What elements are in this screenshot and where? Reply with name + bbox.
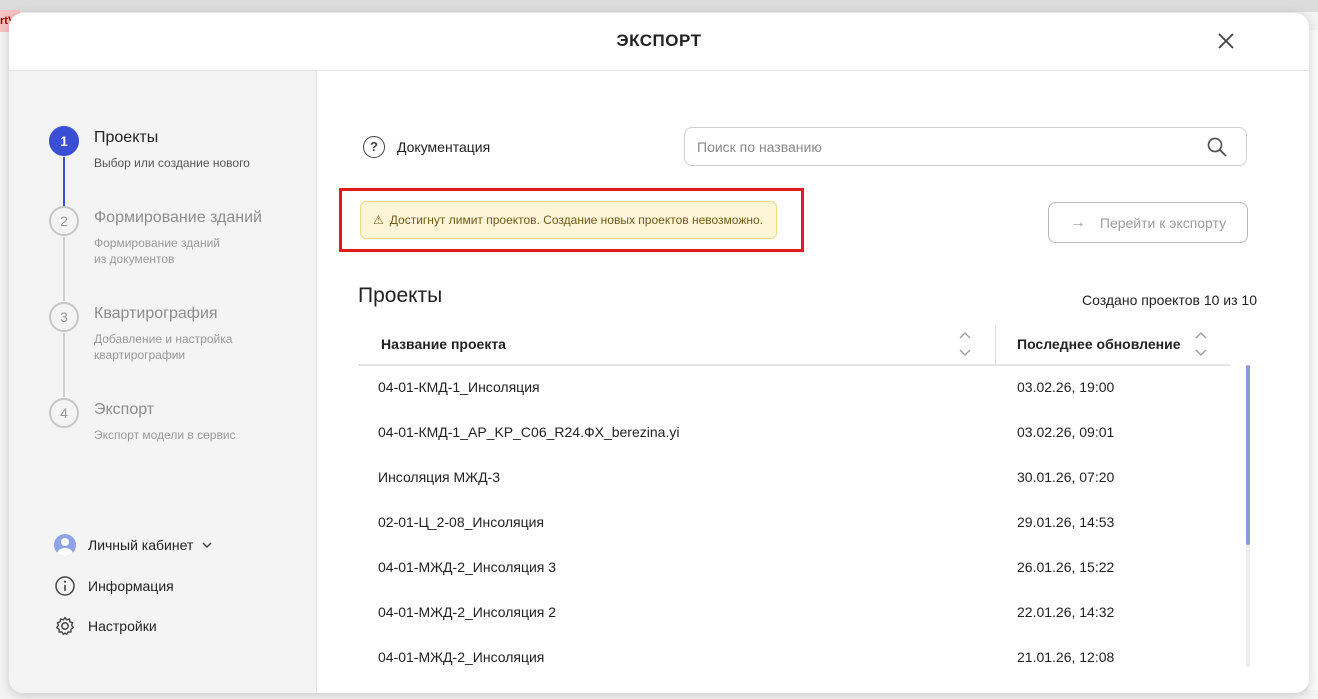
table-row[interactable]: Инсоляция МЖД-3 30.01.26, 07:20 — [358, 456, 1230, 501]
scrollbar-thumb[interactable] — [1246, 365, 1250, 545]
wizard-sidebar: 1 Проекты Выбор или создание нового 2 Фо… — [9, 71, 317, 693]
account-menu[interactable]: Личный кабинет — [53, 532, 213, 558]
projects-heading: Проекты — [358, 284, 443, 307]
documentation-label: Документация — [397, 139, 491, 155]
column-header-name[interactable]: Название проекта — [381, 336, 506, 352]
step-connector-2 — [63, 237, 65, 301]
table-row[interactable]: 02-01-Ц_2-08_Инсоляция 29.01.26, 14:53 — [358, 501, 1230, 546]
project-updated: 26.01.26, 15:22 — [1017, 559, 1115, 575]
step-subtitle: Выбор или создание нового — [94, 156, 250, 170]
avatar-icon — [53, 533, 77, 557]
background-topbar — [0, 0, 1318, 12]
step-connector-3 — [63, 333, 65, 397]
info-menu-item[interactable]: Информация — [53, 573, 174, 599]
project-name: 02-01-Ц_2-08_Инсоляция — [378, 514, 545, 530]
project-limit-warning: ⚠ Достигнут лимит проектов. Создание нов… — [360, 201, 777, 239]
step-number: 4 — [49, 398, 79, 428]
warning-text: Достигнут лимит проектов. Создание новых… — [389, 213, 763, 227]
project-updated: 21.01.26, 12:08 — [1017, 649, 1115, 665]
project-updated: 29.01.26, 14:53 — [1017, 514, 1115, 530]
project-name: Инсоляция МЖД-3 — [378, 469, 501, 485]
project-name: 04-01-КМД-1_Инсоляция — [378, 379, 540, 395]
project-name: 04-01-МЖД-2_Инсоляция 3 — [378, 559, 557, 575]
step-number: 1 — [49, 126, 79, 156]
warning-icon: ⚠ — [373, 213, 384, 227]
go-to-export-button[interactable]: → Перейти к экспорту — [1048, 202, 1248, 243]
gear-icon — [53, 614, 77, 638]
sort-arrows-icon[interactable] — [958, 329, 972, 359]
info-label: Информация — [88, 578, 174, 594]
go-to-export-label: Перейти к экспорту — [1099, 214, 1227, 231]
projects-count: Создано проектов 10 из 10 — [1082, 292, 1257, 308]
step-title: Квартирография — [94, 305, 218, 322]
documentation-link[interactable]: ? Документация — [363, 136, 490, 158]
project-updated: 03.02.26, 09:01 — [1017, 424, 1115, 440]
search-icon[interactable] — [1206, 136, 1228, 158]
step-title: Формирование зданий — [94, 209, 262, 226]
step-subtitle: Формирование зданий из документов — [94, 236, 220, 266]
step-title: Экспорт — [94, 401, 155, 418]
table-row[interactable]: 04-01-МЖД-2_Инсоляция 3 26.01.26, 15:22 — [358, 546, 1230, 591]
project-name: 04-01-МЖД-2_Инсоляция — [378, 649, 545, 665]
settings-label: Настройки — [88, 618, 157, 634]
help-icon: ? — [363, 136, 385, 158]
project-updated: 03.02.26, 19:00 — [1017, 379, 1115, 395]
table-row[interactable]: 04-01-МЖД-2_Инсоляция 21.01.26, 12:08 — [358, 636, 1230, 681]
table-row[interactable]: 04-01-МЖД-2_Инсоляция 2 22.01.26, 14:32 — [358, 591, 1230, 636]
settings-menu-item[interactable]: Настройки — [53, 613, 157, 639]
project-updated: 30.01.26, 07:20 — [1017, 469, 1115, 485]
step-title: Проекты — [94, 129, 159, 146]
background-right-edge — [1308, 30, 1318, 690]
step-subtitle: Экспорт модели в сервис — [94, 428, 236, 442]
arrow-right-icon: → — [1069, 213, 1086, 231]
modal-header: ЭКСПОРТ — [9, 13, 1309, 71]
modal-title: ЭКСПОРТ — [616, 31, 702, 50]
project-updated: 22.01.26, 14:32 — [1017, 604, 1115, 620]
main-content: ? Документация ⚠ Достигнут лимит проекто… — [318, 71, 1309, 693]
column-divider[interactable] — [995, 326, 996, 364]
project-name: 04-01-КМД-1_AP_KP_C06_R24.ФХ_berezina.yi — [378, 424, 680, 440]
table-header: Название проекта Последнее обновление — [358, 326, 1230, 366]
search-input[interactable] — [697, 128, 1197, 165]
export-modal: ЭКСПОРТ 1 Проекты Выбор или создание нов… — [9, 13, 1309, 693]
chevron-down-icon — [202, 542, 212, 549]
step-subtitle: Добавление и настройка квартирографии — [94, 332, 233, 362]
table-row[interactable]: 04-01-КМД-1_Инсоляция 03.02.26, 19:00 — [358, 366, 1230, 411]
sort-arrows-icon[interactable] — [1194, 329, 1208, 359]
step-connector-1 — [63, 157, 65, 207]
close-icon[interactable] — [1215, 30, 1237, 52]
column-header-updated[interactable]: Последнее обновление — [1017, 336, 1181, 352]
step-number: 3 — [49, 302, 79, 332]
table-row[interactable]: 04-01-КМД-1_AP_KP_C06_R24.ФХ_berezina.yi… — [358, 411, 1230, 456]
project-name: 04-01-МЖД-2_Инсоляция 2 — [378, 604, 557, 620]
info-icon — [53, 574, 77, 598]
account-label: Личный кабинет — [88, 537, 194, 553]
search-box — [684, 127, 1247, 166]
step-number: 2 — [49, 206, 79, 236]
